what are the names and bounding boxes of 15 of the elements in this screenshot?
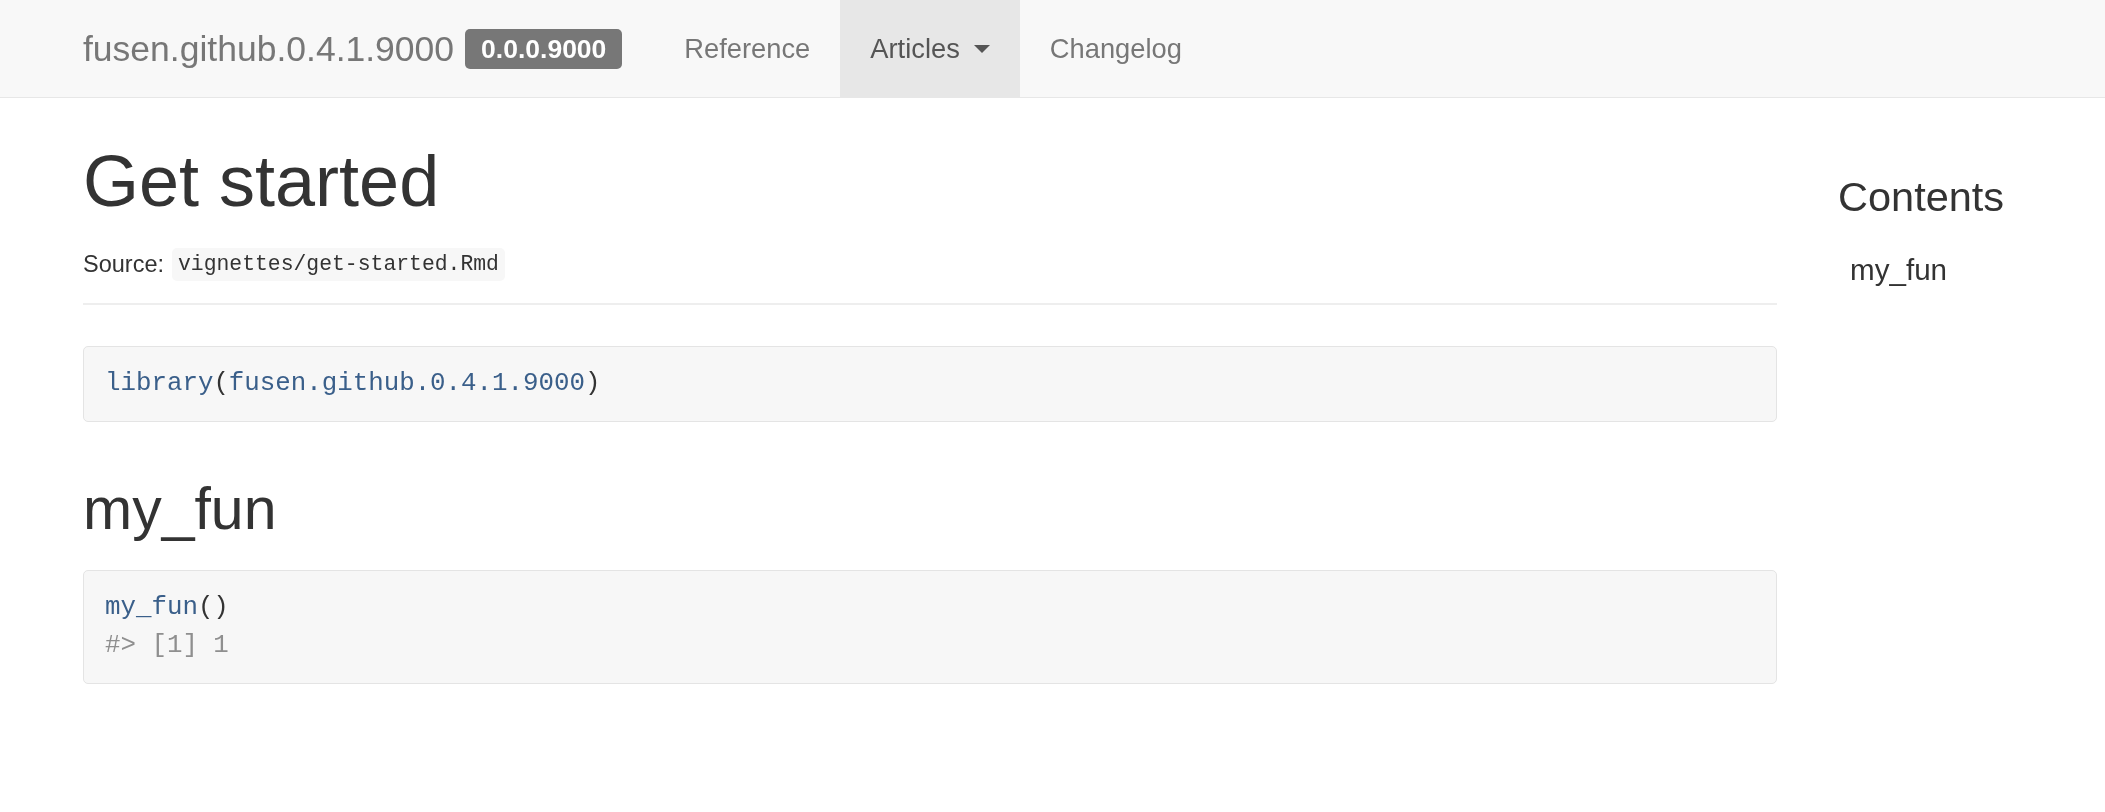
nav-link[interactable]: Reference	[654, 0, 841, 97]
section-heading: my_fun	[83, 476, 278, 542]
source-path-link[interactable]: vignettes/get-started.Rmd	[172, 248, 505, 281]
code-line: #> [1] 1	[105, 630, 230, 662]
caret-icon	[973, 44, 990, 53]
code-line: my_fun()	[105, 592, 230, 624]
code-line: library(fusen.github.0.4.1.9000)	[105, 368, 602, 400]
nav-dropdown[interactable]: Articles	[840, 0, 1020, 97]
toc-title: Contents	[1838, 174, 2005, 220]
version-badge: 0.0.0.9000	[465, 28, 623, 69]
toc-link[interactable]: my_fun	[1850, 252, 1948, 288]
brand-link[interactable]: fusen.github.0.4.1.9000	[83, 28, 455, 69]
page-title: Get started	[83, 142, 441, 221]
nav-link[interactable]: Changelog	[1019, 0, 1212, 97]
source-label: Source:	[83, 250, 164, 279]
